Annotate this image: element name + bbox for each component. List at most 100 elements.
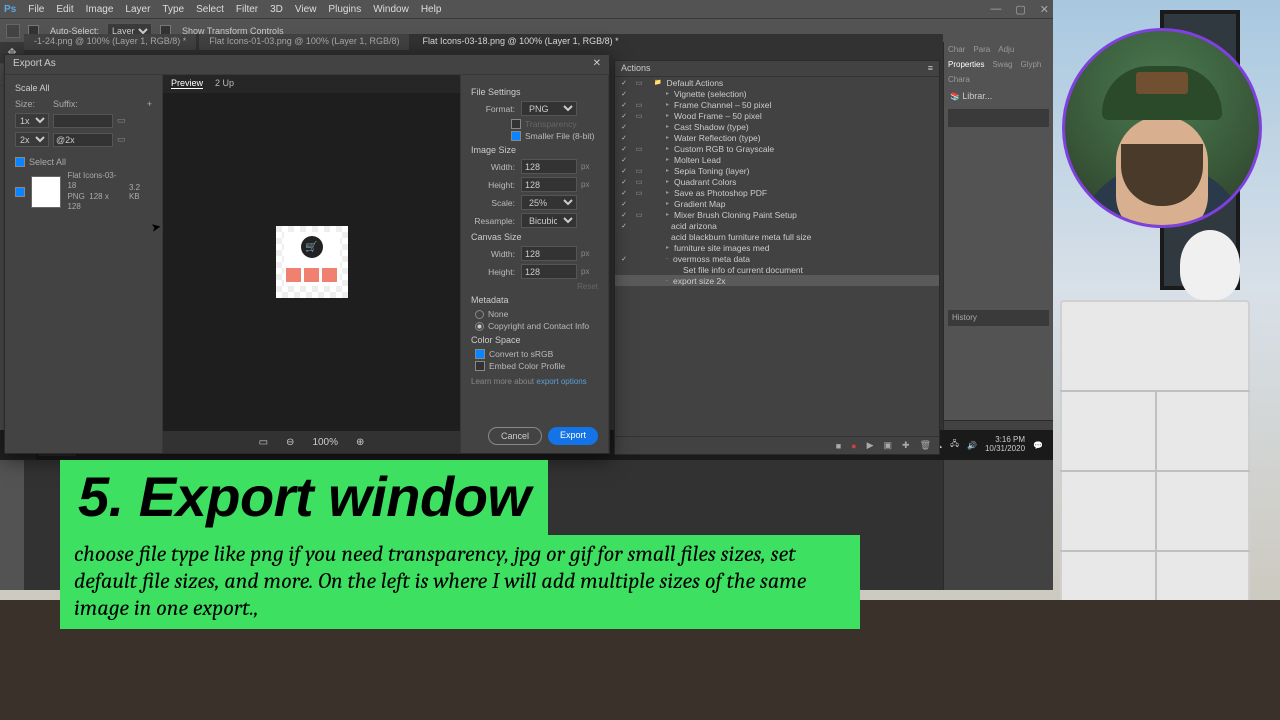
menu-3d[interactable]: 3D xyxy=(270,4,283,15)
asset-check[interactable] xyxy=(15,187,25,197)
menu-layer[interactable]: Layer xyxy=(125,4,150,15)
resample-select[interactable]: Bicubic Auto... xyxy=(521,213,577,228)
record-icon[interactable]: ● xyxy=(851,441,856,451)
remove-size-icon[interactable]: ▭ xyxy=(117,115,126,126)
panel-tab[interactable]: Glyph xyxy=(1018,59,1043,70)
hand-tool-icon[interactable]: ▭ xyxy=(259,437,268,448)
action-row[interactable]: ✓▸Water Reflection (type) xyxy=(615,132,939,143)
panel-tab[interactable]: Char xyxy=(946,44,967,55)
action-row[interactable]: ✓-overmoss meta data xyxy=(615,253,939,264)
action-row[interactable]: ▸furniture site images med xyxy=(615,242,939,253)
scale-select[interactable]: 25% xyxy=(521,195,577,210)
suffix-1-input[interactable] xyxy=(53,114,113,128)
action-row[interactable]: ✓▭▸Save as Photoshop PDF xyxy=(615,187,939,198)
suffix-2-input[interactable] xyxy=(53,133,113,147)
export-button[interactable]: Export xyxy=(548,427,598,445)
action-row[interactable]: ✓▭▸Sepia Toning (layer) xyxy=(615,165,939,176)
action-row[interactable]: Set file info of current document xyxy=(615,264,939,275)
panel-tab[interactable]: Chara xyxy=(946,74,972,85)
action-row[interactable]: ✓▭▸Mixer Brush Cloning Paint Setup xyxy=(615,209,939,220)
add-size-icon[interactable]: + xyxy=(147,99,152,109)
menu-select[interactable]: Select xyxy=(196,4,224,15)
menu-file[interactable]: File xyxy=(28,4,44,15)
metadata-copy-radio[interactable] xyxy=(475,322,484,331)
twoup-tab[interactable]: 2 Up xyxy=(215,78,234,88)
dialog-title: Export As xyxy=(13,58,56,71)
action-row[interactable]: ✓▸Vignette (selection) xyxy=(615,88,939,99)
canvas-width-input[interactable] xyxy=(521,246,577,261)
preview-tab[interactable]: Preview xyxy=(171,78,203,89)
action-row[interactable]: acid blackburn furniture meta full size xyxy=(615,231,939,242)
action-row[interactable]: -export size 2x xyxy=(615,275,939,286)
panel-tab[interactable]: Adju xyxy=(996,44,1016,55)
cancel-button[interactable]: Cancel xyxy=(488,427,542,445)
doc-tab-1[interactable]: -1-24.png @ 100% (Layer 1, RGB/8) * xyxy=(24,34,197,50)
action-row[interactable]: ✓acid arizona xyxy=(615,220,939,231)
menu-edit[interactable]: Edit xyxy=(56,4,73,15)
action-row[interactable]: ✓▭▸Quadrant Colors xyxy=(615,176,939,187)
select-all-check[interactable] xyxy=(15,157,25,167)
menu-image[interactable]: Image xyxy=(86,4,114,15)
action-row[interactable]: ✓▭📁Default Actions xyxy=(615,77,939,88)
zoom-out-icon[interactable]: ⊖ xyxy=(286,437,294,448)
dialog-close-icon[interactable]: ✕ xyxy=(593,58,601,71)
smaller-file-label: Smaller File (8-bit) xyxy=(525,131,594,141)
tutorial-body: choose file type like png if you need tr… xyxy=(60,535,860,629)
smaller-file-check[interactable] xyxy=(511,131,521,141)
color-space-heading: Color Space xyxy=(471,335,598,345)
doc-tab-2[interactable]: Flat Icons-01-03.png @ 100% (Layer 1, RG… xyxy=(199,34,410,50)
menu-view[interactable]: View xyxy=(295,4,317,15)
tutorial-heading: 5. Export window xyxy=(60,460,548,535)
metadata-none-radio[interactable] xyxy=(475,310,484,319)
taskbar-clock[interactable]: 3:16 PM10/31/2020 xyxy=(985,436,1025,454)
new-set-icon[interactable]: ▣ xyxy=(884,440,893,451)
tray-notifications-icon[interactable]: 💬 xyxy=(1033,441,1043,450)
height-input[interactable] xyxy=(521,177,577,192)
play-icon[interactable]: ▶ xyxy=(867,440,874,451)
menu-window[interactable]: Window xyxy=(373,4,409,15)
menu-filter[interactable]: Filter xyxy=(236,4,258,15)
panel-tab[interactable]: Properties xyxy=(946,59,986,70)
close-icon[interactable]: ✕ xyxy=(1040,3,1049,16)
remove-size-icon[interactable]: ▭ xyxy=(117,134,126,145)
reset-button[interactable]: Reset xyxy=(471,282,598,291)
ps-logo: Ps xyxy=(4,4,16,15)
stop-icon[interactable]: ■ xyxy=(836,441,841,451)
libraries-panel[interactable]: Librar... xyxy=(944,87,1053,105)
menu-help[interactable]: Help xyxy=(421,4,442,15)
tray-network-icon[interactable]: 🖧 xyxy=(950,438,959,452)
canvas-height-input[interactable] xyxy=(521,264,577,279)
action-row[interactable]: ✓▭▸Wood Frame – 50 pixel xyxy=(615,110,939,121)
format-label: Format: xyxy=(471,104,521,114)
doc-tab-3[interactable]: Flat Icons-03-18.png @ 100% (Layer 1, RG… xyxy=(412,34,629,50)
export-as-dialog: Export As✕ Scale All Size:Suffix:+ 1x▭ 2… xyxy=(4,54,610,454)
metadata-none-label: None xyxy=(488,309,508,319)
delete-icon[interactable]: 🗑 xyxy=(920,440,931,451)
action-row[interactable]: ✓▸Molten Lead xyxy=(615,154,939,165)
transparency-check[interactable] xyxy=(511,119,521,129)
learn-more-link[interactable]: export options xyxy=(536,377,586,386)
menu-plugins[interactable]: Plugins xyxy=(328,4,361,15)
menu-type[interactable]: Type xyxy=(162,4,184,15)
width-input[interactable] xyxy=(521,159,577,174)
srgb-check[interactable] xyxy=(475,349,485,359)
size-1-select[interactable]: 1x xyxy=(15,113,49,128)
format-select[interactable]: PNG xyxy=(521,101,577,116)
action-row[interactable]: ✓▭▸Frame Channel – 50 pixel xyxy=(615,99,939,110)
height-label: Height: xyxy=(471,180,521,190)
history-panel[interactable]: History xyxy=(948,310,1049,326)
tray-volume-icon[interactable]: 🔊 xyxy=(967,441,977,450)
maximize-icon[interactable]: ▢ xyxy=(1015,3,1025,16)
zoom-in-icon[interactable]: ⊕ xyxy=(356,437,364,448)
panel-tab[interactable]: Para xyxy=(971,44,992,55)
minimize-icon[interactable]: — xyxy=(990,3,1001,16)
embed-check[interactable] xyxy=(475,361,485,371)
new-action-icon[interactable]: ✚ xyxy=(902,440,910,451)
file-settings-heading: File Settings xyxy=(471,87,598,97)
action-row[interactable]: ✓▸Cast Shadow (type) xyxy=(615,121,939,132)
panel-menu-icon[interactable]: ≡ xyxy=(928,63,933,74)
panel-tab[interactable]: Swag xyxy=(990,59,1014,70)
size-2-select[interactable]: 2x xyxy=(15,132,49,147)
action-row[interactable]: ✓▭▸Custom RGB to Grayscale xyxy=(615,143,939,154)
action-row[interactable]: ✓▸Gradient Map xyxy=(615,198,939,209)
